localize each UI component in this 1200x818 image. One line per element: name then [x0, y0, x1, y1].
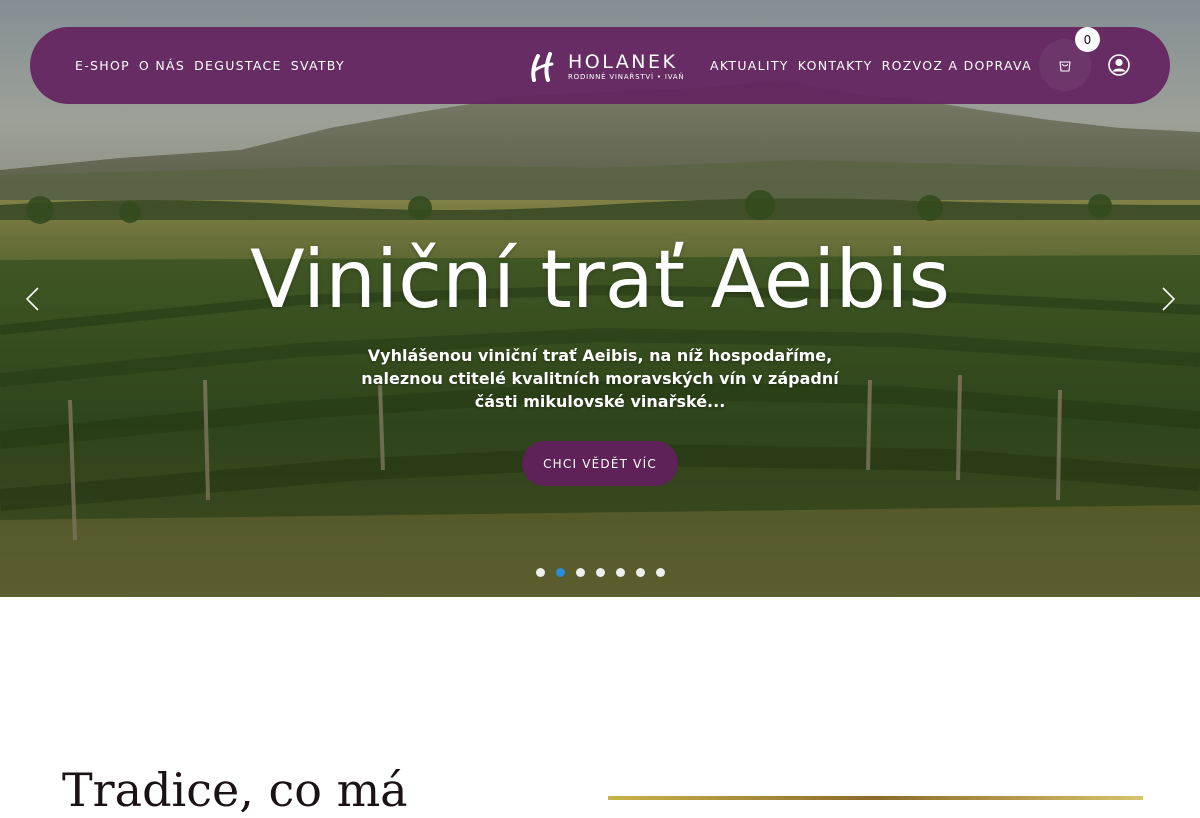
- chevron-right-icon[interactable]: [1153, 284, 1183, 314]
- nav-link-eshop[interactable]: E-SHOP: [75, 58, 130, 73]
- logo-tagline: RODINNÉ VINAŘSTVÍ • IVAŇ: [568, 73, 685, 81]
- nav-right: AKTUALITY KONTAKTY ROZVOZ A DOPRAVA: [710, 27, 1041, 104]
- logo-mark-icon: [531, 52, 554, 82]
- cart-count-badge: 0: [1075, 27, 1100, 52]
- slider-dot[interactable]: [635, 568, 645, 577]
- slider-dots: [0, 568, 1200, 577]
- user-icon[interactable]: [1107, 53, 1131, 77]
- nav-link-aktuality[interactable]: AKTUALITY: [710, 58, 789, 73]
- nav-link-degustace[interactable]: DEGUSTACE: [194, 58, 282, 73]
- slider-dot[interactable]: [535, 568, 545, 577]
- section-image: [608, 796, 1143, 800]
- hero-slider: E-SHOP O NÁS DEGUSTACE SVATBY HOLANEK RO…: [0, 0, 1200, 597]
- hero-title: Viniční trať Aeibis: [250, 233, 950, 326]
- nav-link-o-nas[interactable]: O NÁS: [139, 58, 185, 73]
- slider-dot[interactable]: [575, 568, 585, 577]
- hero-description: Vyhlášenou viniční trať Aeibis, na níž h…: [361, 346, 839, 411]
- slider-dot[interactable]: [615, 568, 625, 577]
- slider-dot[interactable]: [555, 568, 565, 577]
- logo-text: HOLANEK RODINNÉ VINAŘSTVÍ • IVAŇ: [568, 52, 684, 82]
- brand-logo[interactable]: HOLANEK RODINNÉ VINAŘSTVÍ • IVAŇ: [528, 47, 698, 87]
- section-heading: Tradice, co má: [62, 763, 408, 817]
- logo-name: HOLANEK: [568, 51, 678, 73]
- nav-link-kontakty[interactable]: KONTAKTY: [798, 58, 873, 73]
- chevron-left-icon[interactable]: [18, 284, 48, 314]
- nav-left: E-SHOP O NÁS DEGUSTACE SVATBY: [75, 27, 354, 104]
- nav-link-svatby[interactable]: SVATBY: [291, 58, 345, 73]
- learn-more-button[interactable]: CHCI VĚDĚT VÍC: [522, 441, 678, 486]
- shopping-bag-icon: [1059, 61, 1071, 72]
- nav-link-rozvoz[interactable]: ROZVOZ A DOPRAVA: [882, 58, 1032, 73]
- slider-dot[interactable]: [655, 568, 665, 577]
- site-header: E-SHOP O NÁS DEGUSTACE SVATBY HOLANEK RO…: [30, 27, 1170, 104]
- slider-dot[interactable]: [595, 568, 605, 577]
